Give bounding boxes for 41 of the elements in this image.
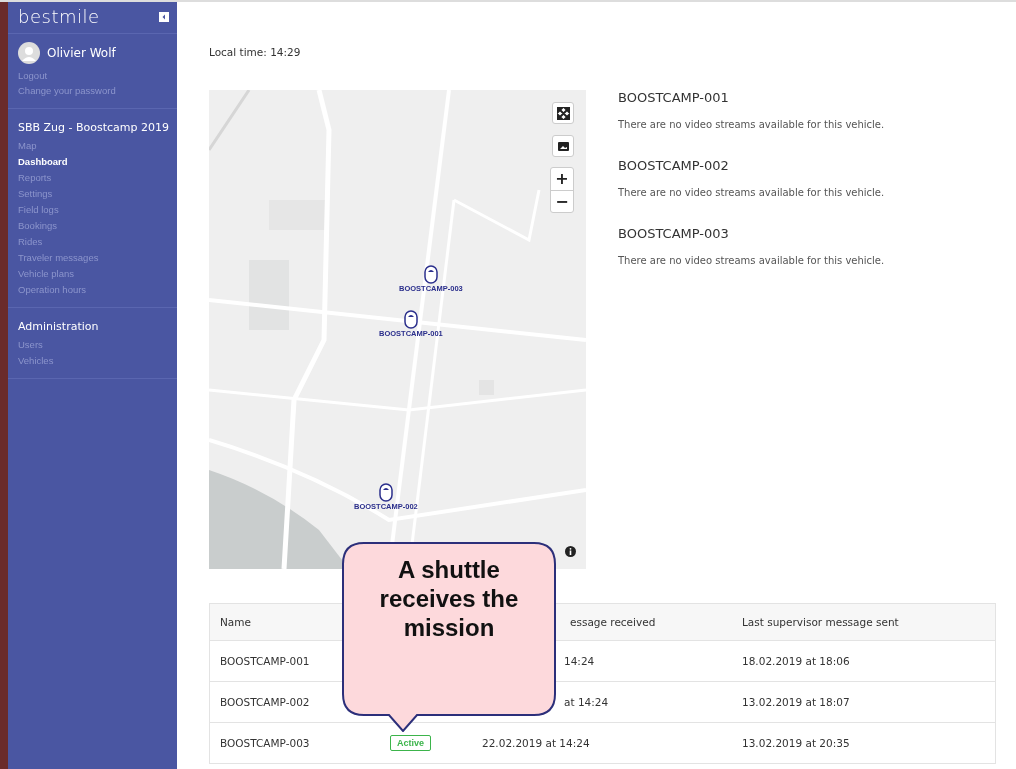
- table-cell: BOOSTCAMP-003: [210, 722, 380, 763]
- nav-item[interactable]: Field logs: [8, 201, 177, 217]
- nav-item[interactable]: Vehicle plans: [8, 265, 177, 281]
- vehicle-title: BOOSTCAMP-003: [618, 226, 730, 241]
- image-button[interactable]: [552, 135, 574, 157]
- table-cell: 22.02.2019 at 14:24: [472, 722, 732, 763]
- account-link[interactable]: Logout: [8, 68, 177, 83]
- vehicle-title: BOOSTCAMP-002: [618, 158, 730, 173]
- nav-item[interactable]: Vehicles: [8, 352, 177, 368]
- local-time: Local time: 14:29: [209, 46, 302, 58]
- nav-item[interactable]: Dashboard: [8, 153, 177, 169]
- table-cell: 13.02.2019 at 20:35: [732, 722, 995, 763]
- nav-item[interactable]: Operation hours: [8, 281, 177, 297]
- section-title: SBB Zug - Boostcamp 2019: [17, 121, 171, 136]
- fullscreen-button[interactable]: [552, 102, 574, 124]
- stream-message: There are no video streams available for this vehicle.: [618, 255, 885, 266]
- stream-message: There are no video streams available for this vehicle.: [618, 119, 885, 130]
- table-cell: 13.02.2019 at 18:07: [732, 681, 995, 722]
- user-name: Olivier Wolf: [47, 46, 116, 60]
- image-icon: [557, 141, 569, 151]
- nav-item[interactable]: Bookings: [8, 217, 177, 233]
- nav-item[interactable]: Rides: [8, 233, 177, 249]
- table-cell: 18.02.2019 at 18:06: [732, 640, 995, 681]
- nav-item[interactable]: Map: [8, 137, 177, 153]
- column-header: Last supervisor message sent: [732, 604, 995, 640]
- fullscreen-icon: [556, 106, 570, 120]
- info-icon[interactable]: [565, 546, 576, 557]
- logo[interactable]: bestmile: [18, 6, 100, 27]
- nav-item[interactable]: Settings: [8, 185, 177, 201]
- collapse-icon[interactable]: [159, 11, 169, 22]
- status-badge: Active: [390, 735, 431, 751]
- nav-item[interactable]: Reports: [8, 169, 177, 185]
- account-link[interactable]: Change your password: [8, 83, 177, 98]
- stream-message: There are no video streams available for this vehicle.: [618, 187, 885, 198]
- zoom-in-button[interactable]: +: [551, 168, 573, 190]
- avatar-icon: [18, 42, 40, 64]
- section-title: Administration: [17, 320, 100, 335]
- nav-item[interactable]: Traveler messages: [8, 249, 177, 265]
- vehicle-title: BOOSTCAMP-001: [618, 90, 730, 105]
- nav-item[interactable]: Users: [8, 336, 177, 352]
- zoom-out-button[interactable]: −: [551, 190, 573, 212]
